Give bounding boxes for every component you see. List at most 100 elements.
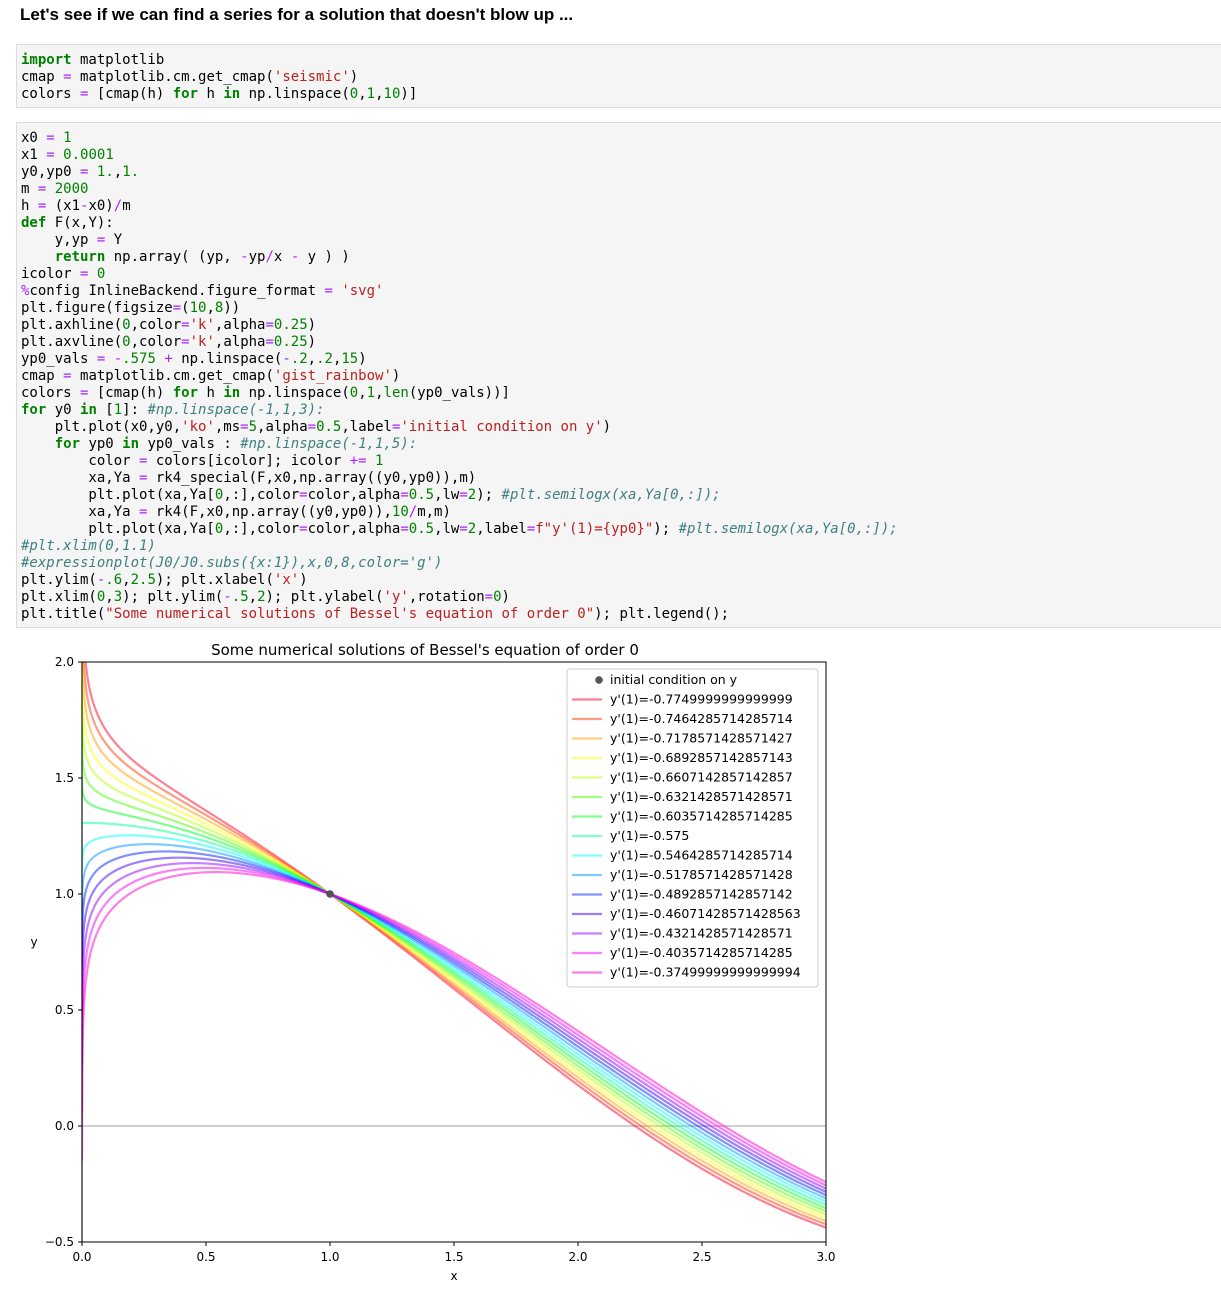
code-token: - (240, 249, 249, 265)
code-token: 0 (349, 86, 359, 102)
code-token: x1 (21, 147, 47, 163)
code-token: 0 (493, 589, 502, 605)
code-token: .2 (316, 351, 333, 367)
code-token: ); (653, 521, 679, 537)
code-token: ) (358, 351, 367, 367)
code-token: ,label (476, 521, 527, 537)
code-token: in (122, 436, 140, 452)
code-token: xa,Ya (21, 470, 140, 486)
code-token: = (459, 487, 468, 503)
code-line: xa,Ya = rk4_special(F,x0,np.array((y0,yp… (21, 470, 476, 486)
code-token: ,color (130, 317, 182, 333)
code-token: 2.5 (130, 572, 156, 588)
x-tick-label: 0.0 (72, 1250, 91, 1264)
code-token: ) (349, 69, 359, 85)
code-token: #np.linspace(-1,1,5): (240, 436, 418, 452)
code-line: colors = [cmap(h) for h in np.linspace(0… (21, 385, 510, 401)
code-token: ,alpha (257, 419, 308, 435)
code-line: y,yp = Y (21, 232, 122, 248)
code-token: Y (105, 232, 123, 248)
code-token: 10 (391, 504, 409, 520)
code-token: for (21, 402, 47, 418)
code-token: yp (248, 249, 266, 265)
legend-entry: y'(1)=-0.7464285714285714 (610, 711, 793, 726)
code-token: "Some numerical solutions of Bessel's eq… (105, 606, 595, 622)
code-token: 0 (122, 334, 131, 350)
code-token: = (46, 147, 55, 163)
code-token: - (223, 589, 232, 605)
code-cell-1[interactable]: import matplotlib cmap = matplotlib.cm.g… (16, 44, 1221, 108)
code-token: 'y' (383, 589, 409, 605)
code-token: plt.xlim( (21, 589, 97, 605)
code-token: ,label (341, 419, 392, 435)
code-token: ); plt.legend(); (594, 606, 730, 622)
code-token: xa,Ya (21, 504, 140, 520)
code-token: = (400, 521, 409, 537)
code-token: = (459, 521, 468, 537)
legend-entry: y'(1)=-0.6892857142857143 (610, 750, 793, 765)
code-token: ,lw (434, 521, 460, 537)
code-token: 1 (375, 453, 384, 469)
code-line: plt.figure(figsize=(10,8)) (21, 300, 240, 316)
code-line: plt.title("Some numerical solutions of B… (21, 606, 729, 622)
code-token: y,yp (21, 232, 97, 248)
code-token: = (299, 521, 308, 537)
code-token: colors (21, 86, 81, 102)
code-line: import matplotlib (21, 52, 164, 68)
code-token: np.linspace( (172, 351, 283, 367)
code-token: for (54, 436, 81, 452)
code-token: 10 (189, 300, 207, 316)
code-token: in (223, 385, 241, 401)
code-token: np.array( (yp, (105, 249, 241, 265)
code-token: 'seismic' (273, 69, 350, 85)
code-token: , (307, 351, 317, 367)
code-token: np.linspace( (240, 385, 350, 401)
code-token: ) (299, 572, 308, 588)
code-token: 0.5 (408, 487, 435, 503)
code-token: 2 (467, 521, 477, 537)
code-token: = (181, 334, 190, 350)
code-line: xa,Ya = rk4(F,x0,np.array((y0,yp0)),10/m… (21, 504, 450, 520)
code-line: #expressionplot(J0/J0.subs({x:1}),x,0,8,… (21, 555, 442, 571)
code-token: += (349, 453, 367, 469)
code-token: .2 (290, 351, 308, 367)
code-token: ,:],color (223, 487, 300, 503)
y-tick-label: 2.0 (55, 655, 74, 669)
code-token: #np.linspace(-1,1,3): (147, 402, 325, 418)
code-token: ,ms (214, 419, 241, 435)
code-cell-2[interactable]: x0 = 1 x1 = 0.0001 y0,yp0 = 1.,1. m = 20… (16, 122, 1221, 628)
code-token: - (282, 351, 291, 367)
legend-entry: y'(1)=-0.4035714285714285 (610, 945, 793, 960)
code-token: (yp0_vals))] (408, 385, 510, 401)
code-token: 1. (122, 164, 140, 180)
legend-entry: y'(1)=-0.6321428571428571 (610, 789, 793, 804)
code-token: plt.plot(xa,Ya[ (21, 487, 215, 503)
legend-entry: y'(1)=-0.37499999999999994 (610, 965, 801, 980)
code-line: plt.axvline(0,color='k',alpha=0.25) (21, 334, 316, 350)
code-token: = (484, 589, 494, 605)
code-token: import (21, 52, 72, 68)
code-token: ]: (122, 402, 148, 418)
code-line: color = colors[icolor]; icolor += 1 (21, 453, 383, 469)
code-line: plt.plot(xa,Ya[0,:],color=color,alpha=0.… (21, 487, 720, 503)
code-token: ,lw (434, 487, 460, 503)
code-token: ) (307, 334, 317, 350)
code-token: icolor (21, 266, 81, 282)
code-token: #expressionplot(J0/J0.subs({x:1}),x,0,8,… (21, 555, 443, 571)
code-token: 'k' (189, 334, 215, 350)
code-token: h (198, 385, 224, 401)
code-token: = (63, 69, 72, 85)
code-token: h (21, 198, 38, 214)
code-token: matplotlib (71, 52, 165, 68)
code-editor-2[interactable]: x0 = 1 x1 = 0.0001 y0,yp0 = 1.,1. m = 20… (21, 130, 898, 623)
x-axis-label: x (450, 1269, 457, 1283)
code-token: , (122, 572, 131, 588)
code-editor-1[interactable]: import matplotlib cmap = matplotlib.cm.g… (21, 52, 417, 103)
code-token: yp0_vals (21, 351, 97, 367)
code-token: 0.5 (408, 521, 435, 537)
code-token: / (408, 504, 418, 520)
code-token: plt.title( (21, 606, 106, 622)
